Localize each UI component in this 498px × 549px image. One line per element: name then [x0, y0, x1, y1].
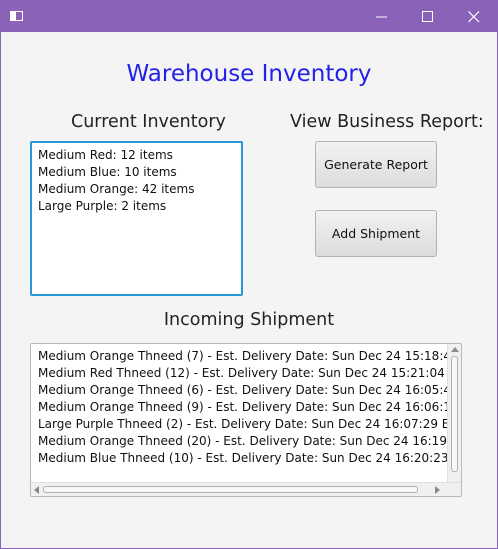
vertical-scrollbar[interactable]	[447, 344, 461, 495]
maximize-button[interactable]	[405, 1, 451, 32]
add-shipment-button[interactable]: Add Shipment	[315, 210, 437, 257]
shipment-lines: Medium Orange Thneed (7) - Est. Delivery…	[38, 348, 451, 467]
shipment-line: Medium Orange Thneed (7) - Est. Delivery…	[38, 349, 451, 363]
scroll-left-icon[interactable]	[34, 486, 39, 494]
shipment-line: Medium Orange Thneed (6) - Est. Delivery…	[38, 383, 451, 397]
close-icon	[468, 11, 480, 23]
shipment-line: Medium Orange Thneed (20) - Est. Deliver…	[38, 434, 451, 448]
maximize-icon	[422, 11, 433, 22]
app-icon	[10, 11, 23, 21]
minimize-icon	[376, 16, 387, 18]
shipment-line: Medium Red Thneed (12) - Est. Delivery D…	[38, 366, 451, 380]
shipment-line: Medium Blue Thneed (10) - Est. Delivery …	[38, 451, 451, 465]
scroll-up-icon[interactable]	[451, 347, 459, 352]
shipment-line: Large Purple Thneed (2) - Est. Delivery …	[38, 417, 451, 431]
horizontal-scrollbar[interactable]	[31, 482, 461, 496]
business-report-label: View Business Report:	[290, 112, 484, 132]
scroll-right-icon[interactable]	[435, 486, 440, 494]
generate-report-button[interactable]: Generate Report	[315, 141, 437, 188]
list-item[interactable]: Large Purple: 2 items	[32, 198, 241, 215]
title-bar[interactable]	[1, 1, 497, 32]
list-item[interactable]: Medium Red: 12 items	[32, 147, 241, 164]
minimize-button[interactable]	[359, 1, 405, 32]
inventory-list[interactable]: Medium Red: 12 items Medium Blue: 10 ite…	[30, 141, 243, 296]
current-inventory-label: Current Inventory	[71, 112, 226, 132]
horizontal-scroll-thumb[interactable]	[43, 486, 418, 493]
list-item[interactable]: Medium Orange: 42 items	[32, 181, 241, 198]
incoming-shipment-textarea[interactable]: Medium Orange Thneed (7) - Est. Delivery…	[30, 343, 462, 497]
list-item[interactable]: Medium Blue: 10 items	[32, 164, 241, 181]
close-button[interactable]	[451, 1, 497, 32]
incoming-shipment-label: Incoming Shipment	[163, 310, 335, 330]
vertical-scroll-thumb[interactable]	[451, 356, 458, 472]
shipment-line: Medium Orange Thneed (9) - Est. Delivery…	[38, 400, 451, 414]
app-window: Warehouse Inventory Current Inventory Vi…	[0, 0, 498, 549]
page-title: Warehouse Inventory	[126, 61, 372, 87]
